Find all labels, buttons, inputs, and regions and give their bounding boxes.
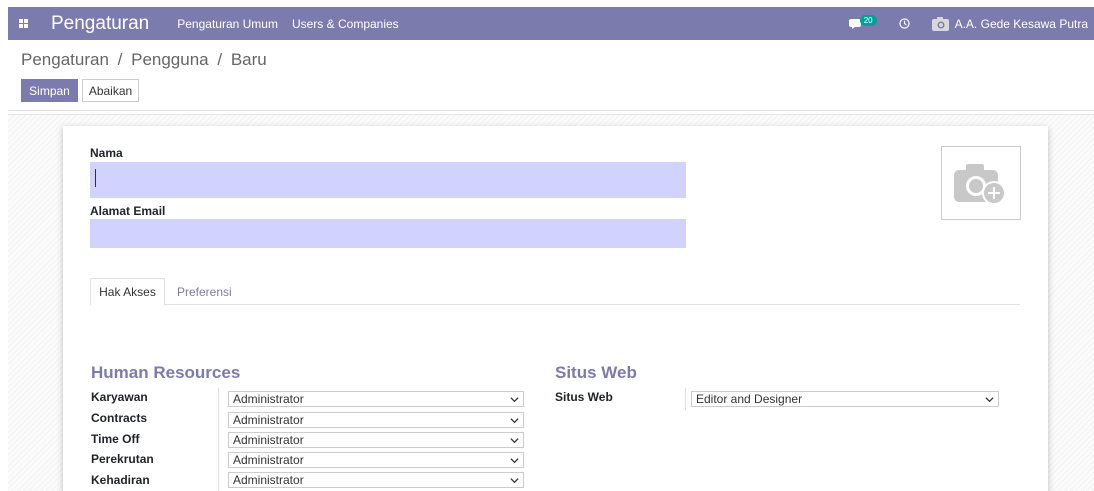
row-label-time-off: Time Off (91, 432, 140, 446)
text-caret (95, 169, 96, 187)
form-sheet: Nama Alamat Email Hak Akses Preferensi H… (63, 126, 1048, 491)
breadcrumb: Pengaturan / Pengguna / Baru (21, 50, 267, 70)
camera-add-icon (954, 164, 1006, 205)
activity-button[interactable] (898, 18, 910, 29)
row-label-attendance: Kehadiran (91, 473, 150, 487)
control-panel-divider-lower (8, 114, 1094, 115)
select-contracts-value: Administrator (233, 413, 304, 427)
chevron-down-icon (510, 397, 519, 403)
user-menu[interactable]: A.A. Gede Kesawa Putra (955, 17, 1088, 31)
column-separator (218, 388, 219, 491)
select-attendance-value: Administrator (233, 473, 304, 487)
section-title-human-resources: Human Resources (91, 363, 241, 382)
select-recruitment-value: Administrator (233, 453, 304, 467)
apps-menu-icon[interactable] (8, 7, 38, 40)
row-label-employees: Karyawan (91, 390, 148, 404)
user-photo-upload[interactable] (941, 146, 1021, 220)
name-input[interactable] (90, 162, 686, 198)
menu-users-companies[interactable]: Users & Companies (292, 17, 399, 31)
select-attendance[interactable]: Administrator (228, 472, 524, 488)
select-time-off[interactable]: Administrator (228, 432, 524, 448)
chat-count-badge: 20 (859, 14, 877, 26)
breadcrumb-new: Baru (230, 50, 267, 69)
chevron-down-icon (510, 438, 519, 444)
row-label-contracts: Contracts (91, 411, 148, 425)
name-label: Nama (90, 146, 123, 160)
control-panel-divider (8, 110, 1094, 111)
select-contracts[interactable]: Administrator (228, 412, 524, 428)
chevron-down-icon (510, 478, 519, 484)
form-tabs: Hak Akses Preferensi (90, 278, 1020, 306)
select-website[interactable]: Editor and Designer (691, 391, 999, 407)
select-recruitment[interactable]: Administrator (228, 452, 524, 468)
messaging-button[interactable]: 20 (848, 14, 877, 30)
save-button[interactable]: Simpan (21, 79, 78, 102)
row-label-website: Situs Web (555, 390, 613, 404)
chevron-down-icon (510, 458, 519, 464)
chevron-down-icon (510, 418, 519, 424)
user-avatar[interactable] (931, 16, 949, 31)
app-title[interactable]: Pengaturan (51, 13, 149, 35)
tab-preferences[interactable]: Preferensi (177, 278, 232, 306)
select-employees-value: Administrator (233, 392, 304, 406)
section-title-website: Situs Web (555, 363, 637, 382)
select-time-off-value: Administrator (233, 433, 304, 447)
select-employees[interactable]: Administrator (228, 391, 524, 407)
chevron-down-icon (985, 397, 994, 403)
breadcrumb-settings[interactable]: Pengaturan (21, 50, 109, 69)
clock-icon (898, 18, 910, 29)
top-navbar: Pengaturan Pengaturan Umum Users & Compa… (8, 7, 1094, 40)
menu-general-settings[interactable]: Pengaturan Umum (177, 17, 278, 31)
column-separator (685, 388, 686, 410)
breadcrumb-users[interactable]: Pengguna (131, 50, 209, 69)
camera-avatar-icon (931, 16, 949, 31)
row-label-recruitment: Perekrutan (91, 452, 154, 466)
email-label: Alamat Email (90, 204, 166, 218)
discard-button[interactable]: Abaikan (82, 79, 139, 102)
breadcrumb-separator: / (217, 50, 223, 69)
email-input[interactable] (90, 219, 686, 248)
select-website-value: Editor and Designer (696, 392, 803, 406)
breadcrumb-separator: / (117, 50, 123, 69)
tab-access-rights[interactable]: Hak Akses (90, 278, 165, 306)
